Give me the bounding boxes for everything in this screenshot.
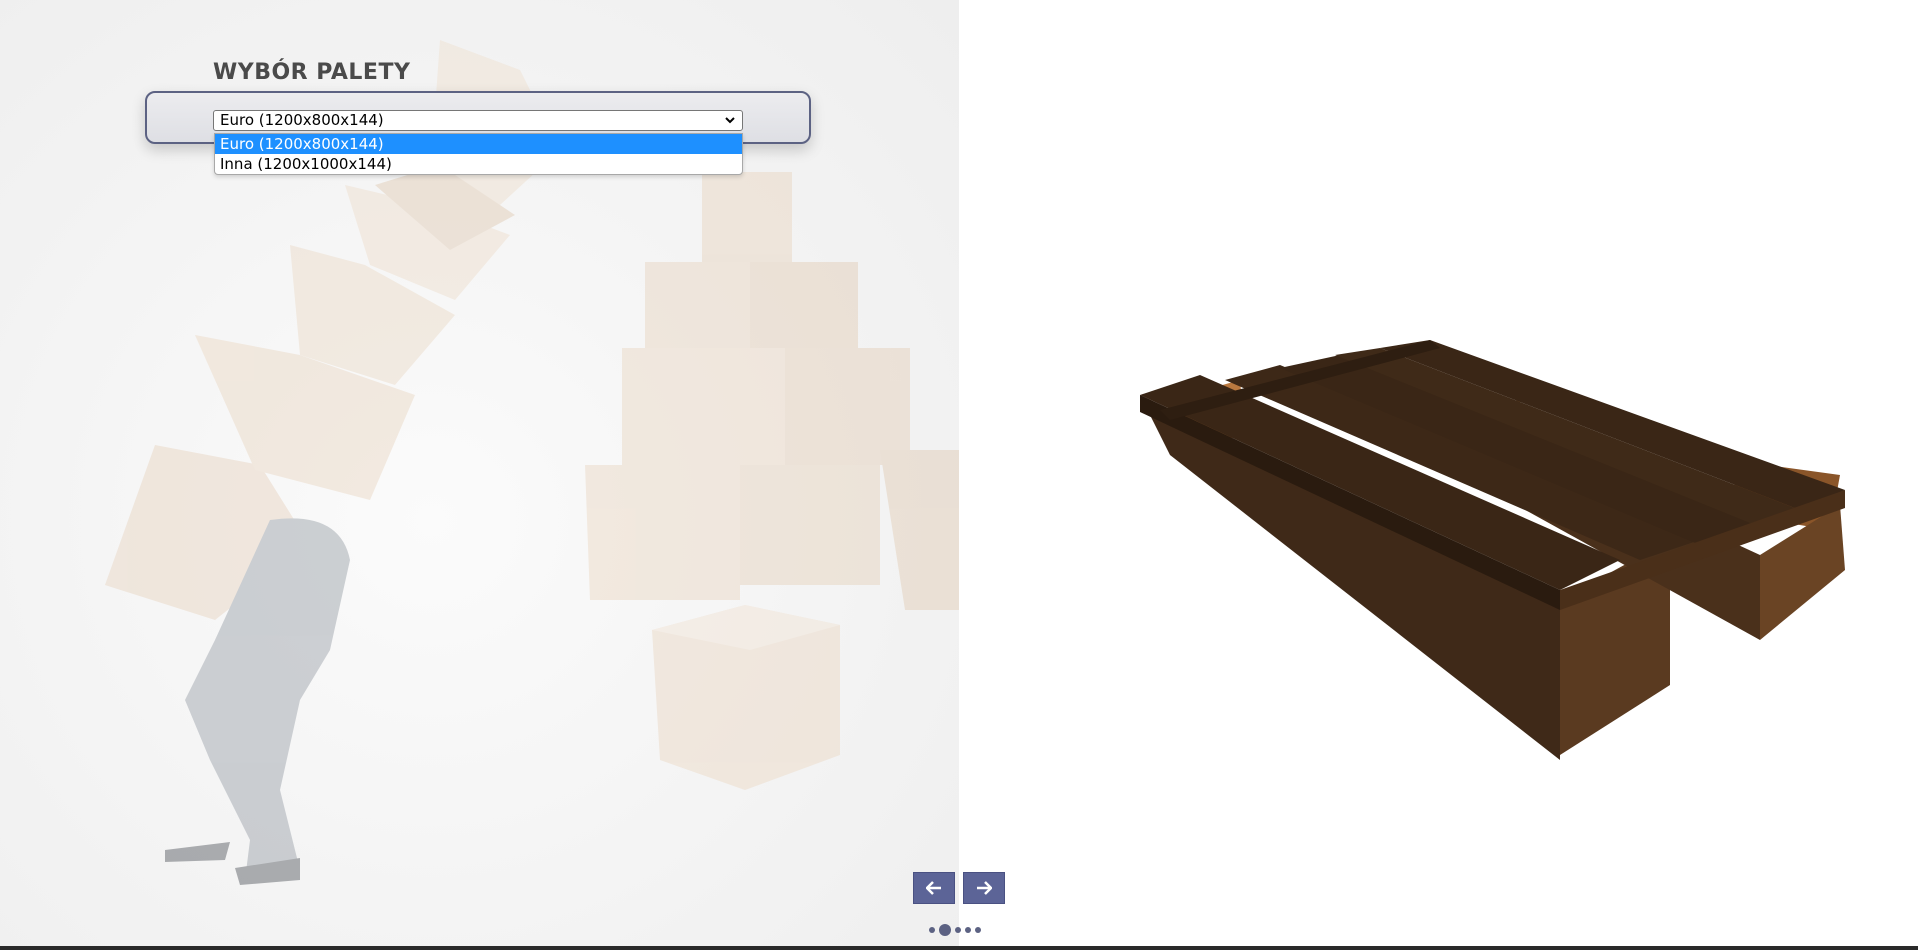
slide-dot-3[interactable] — [955, 927, 961, 933]
slide-dot-5[interactable] — [975, 927, 981, 933]
slide-dot-2[interactable] — [939, 924, 951, 936]
slide-pagination — [929, 924, 981, 936]
next-slide-button[interactable] — [963, 872, 1005, 904]
slide-dot-4[interactable] — [965, 927, 971, 933]
slide-dot-1[interactable] — [929, 927, 935, 933]
dropdown-option-inna[interactable]: Inna (1200x1000x144) — [215, 154, 742, 174]
pallet-type-dropdown: Euro (1200x800x144) Inna (1200x1000x144) — [214, 133, 743, 175]
bottom-divider — [0, 946, 1918, 950]
pallet-selection-title: WYBÓR PALETY — [213, 60, 411, 85]
select-current-value: Euro (1200x800x144) — [220, 111, 384, 129]
dropdown-option-euro[interactable]: Euro (1200x800x144) — [215, 134, 742, 154]
chevron-down-icon — [725, 117, 735, 124]
pallet-type-select[interactable]: Euro (1200x800x144) — [213, 110, 743, 131]
arrow-left-icon — [926, 881, 941, 895]
pallet-3d-render — [1140, 340, 1845, 760]
arrow-right-icon — [977, 881, 992, 895]
previous-slide-button[interactable] — [913, 872, 955, 904]
